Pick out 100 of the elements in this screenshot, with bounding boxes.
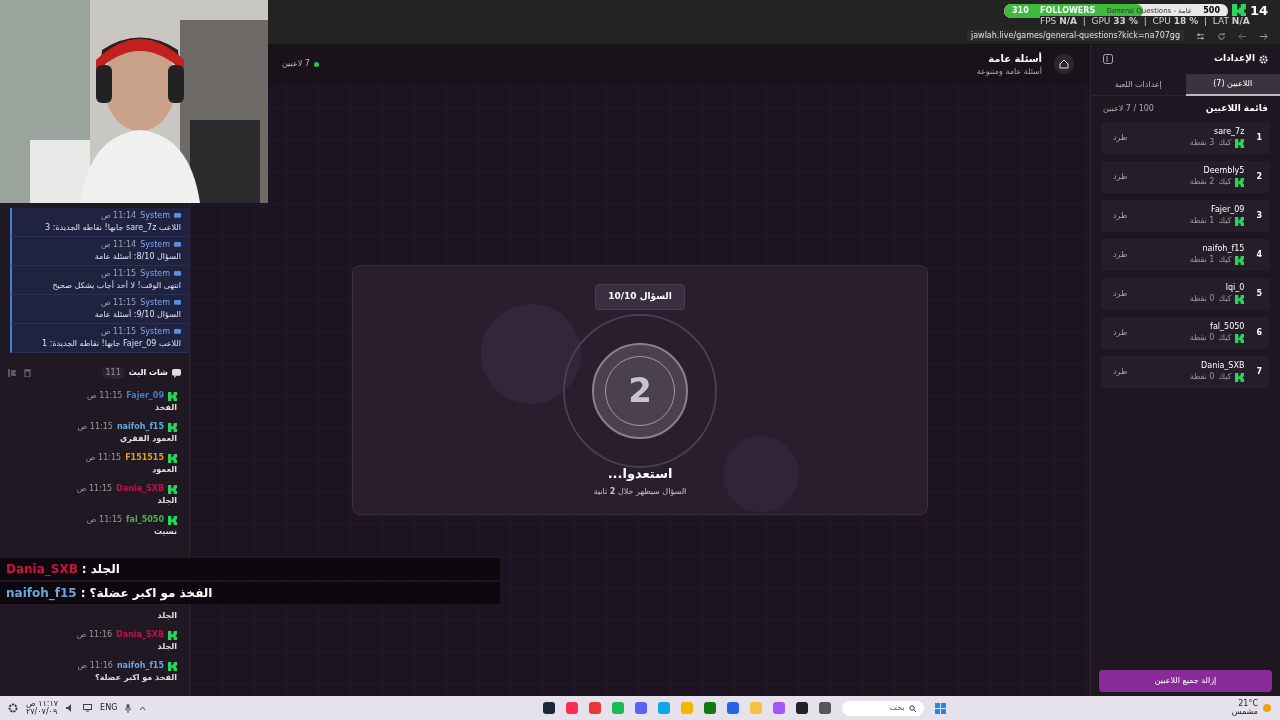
home-icon <box>1059 59 1069 69</box>
username: naifoh_f15 <box>116 422 164 432</box>
overlay-separator: : <box>81 561 87 578</box>
app-icon[interactable] <box>795 702 808 714</box>
username: Dania_SXB <box>116 630 164 640</box>
kick-logo-icon <box>168 630 177 640</box>
overlay-message: الجلد <box>90 561 120 578</box>
message-time: 11:15 ص <box>100 327 137 337</box>
game-subtitle: أسئلة عامة ومتنوعة <box>976 65 1042 78</box>
home-button[interactable] <box>1054 54 1074 74</box>
trash-icon[interactable] <box>24 369 31 377</box>
question-badge: السؤال 10/10 <box>595 284 685 310</box>
chat-message: الفخذ <box>154 403 177 413</box>
chat-message: الجلد <box>156 611 177 621</box>
kick-button[interactable]: طرد <box>1109 209 1132 222</box>
player-capacity: 100 / 7 لاعبين <box>1103 102 1154 115</box>
overlay-separator: : <box>80 585 86 602</box>
search-field[interactable]: بحث <box>841 700 924 716</box>
microphone-icon[interactable] <box>125 703 132 713</box>
windows-icon[interactable] <box>934 702 946 714</box>
remove-all-button[interactable]: إزالة جميع اللاعبين <box>1099 670 1272 692</box>
tab[interactable]: إعدادات اللعبة <box>1091 74 1186 96</box>
overlay-username: naifoh_f15 <box>6 585 77 602</box>
kick-logo-icon <box>1235 294 1245 304</box>
message-time: 11:14 ص <box>100 211 137 221</box>
message-count: 111 <box>101 367 125 379</box>
reload-icon[interactable] <box>1217 32 1226 41</box>
followers-goal: 500 <box>1203 4 1220 17</box>
username: fal_5050 <box>126 515 164 525</box>
player-platform: كيك <box>1218 138 1232 148</box>
followers-label: FOLLOWERS <box>1040 4 1096 17</box>
message-time: 11:15 ص <box>85 453 122 463</box>
chevron-up-icon[interactable] <box>139 705 147 711</box>
player-platform: كيك <box>1218 216 1232 226</box>
kick-logo-icon <box>1235 216 1245 226</box>
player-name: fal_5050 <box>1209 322 1245 332</box>
kick-button[interactable]: طرد <box>1109 326 1132 339</box>
kick-logo-icon <box>168 661 177 671</box>
list-icon[interactable] <box>8 369 16 377</box>
kick-button[interactable]: طرد <box>1109 248 1132 261</box>
kick-logo-icon <box>1235 138 1245 148</box>
temperature[interactable]: 21°C <box>1238 700 1258 708</box>
player-rank: 7 <box>1256 365 1262 378</box>
kick-button[interactable]: طرد <box>1109 131 1132 144</box>
kick-logo-icon <box>1235 255 1245 265</box>
message-time: 11:16 ص <box>77 661 113 671</box>
game-title: أسئلة عامة <box>987 51 1042 66</box>
kick-logo-icon <box>168 453 177 463</box>
collapse-panel-icon[interactable] <box>1103 54 1113 64</box>
forward-arrow-icon[interactable] <box>1259 32 1268 41</box>
chat-bubble-icon <box>174 271 181 277</box>
player-platform: كيك <box>1218 177 1232 187</box>
overlay-message: الفخذ مو اكبر عضلة؟ <box>89 585 213 602</box>
player-rank: 4 <box>1256 248 1262 261</box>
player-rank: 3 <box>1256 209 1262 222</box>
player-points: 0 نقطة <box>1189 372 1215 382</box>
monitor-icon[interactable] <box>83 704 93 712</box>
settings-title: الإعدادات <box>1214 52 1255 66</box>
username: Fajer_09 <box>126 391 164 401</box>
message-time: 11:15 ص <box>86 515 123 525</box>
url-field[interactable]: jawlah.live/games/general-questions?kick=na707gg <box>966 30 1184 41</box>
language-indicator[interactable]: ENG <box>100 702 118 714</box>
player-platform: كيك <box>1218 294 1232 304</box>
app-icon[interactable] <box>542 702 555 714</box>
app-icon[interactable] <box>818 702 831 714</box>
username: naifoh_f15 <box>116 661 164 671</box>
player-points: 3 نقطة <box>1189 138 1215 148</box>
player-name: sare_7z <box>1213 127 1245 137</box>
player-platform: كيك <box>1218 333 1232 343</box>
system-message: اللاعب sare_7z جابها! نقاطه الجديدة: 3 <box>44 223 181 233</box>
player-platform: كيك <box>1218 255 1232 265</box>
chat-title: شات البث <box>128 367 168 379</box>
tab[interactable]: اللاعبين (7) <box>1185 74 1280 96</box>
kick-button[interactable]: طرد <box>1109 170 1132 183</box>
chat-message: العمود <box>151 465 177 475</box>
message-time: 11:16 ص <box>76 630 113 640</box>
system-message: انتهى الوقت! لا أحد أجاب بشكل صحيح <box>51 281 181 291</box>
clock-date[interactable]: ٢٧/٠٧/٠٩ <box>26 708 59 716</box>
kick-logo-icon <box>168 391 177 401</box>
kick-button[interactable]: طرد <box>1109 365 1132 378</box>
search-icon <box>908 704 916 712</box>
player-count: 7 لاعبين <box>282 58 310 70</box>
player-name: Fajer_09 <box>1210 205 1245 215</box>
chat-message: العمود الفقري <box>118 434 177 444</box>
kick-button[interactable]: طرد <box>1109 287 1132 300</box>
clock-time[interactable]: ١١:١٧ ص <box>26 700 59 708</box>
system-message: السؤال 9/10: أسئلة عامة <box>93 310 181 320</box>
system-message: اللاعب Fajer_09 جابها! نقاطه الجديدة: 1 <box>41 339 181 349</box>
username: F151515 <box>125 453 164 463</box>
gear-icon[interactable] <box>8 703 18 713</box>
overlay-username: Dania_SXB <box>6 561 78 578</box>
sender-name: System <box>140 298 170 308</box>
weather-text[interactable]: مشمس <box>1231 708 1258 716</box>
back-arrow-icon[interactable] <box>1238 32 1247 41</box>
message-time: 11:15 ص <box>87 391 123 401</box>
kick-logo-icon <box>1235 372 1245 382</box>
sliders-icon[interactable] <box>1196 32 1205 41</box>
message-time: 11:14 ص <box>100 240 137 250</box>
player-platform: كيك <box>1218 372 1232 382</box>
player-points: 0 نقطة <box>1189 294 1215 304</box>
